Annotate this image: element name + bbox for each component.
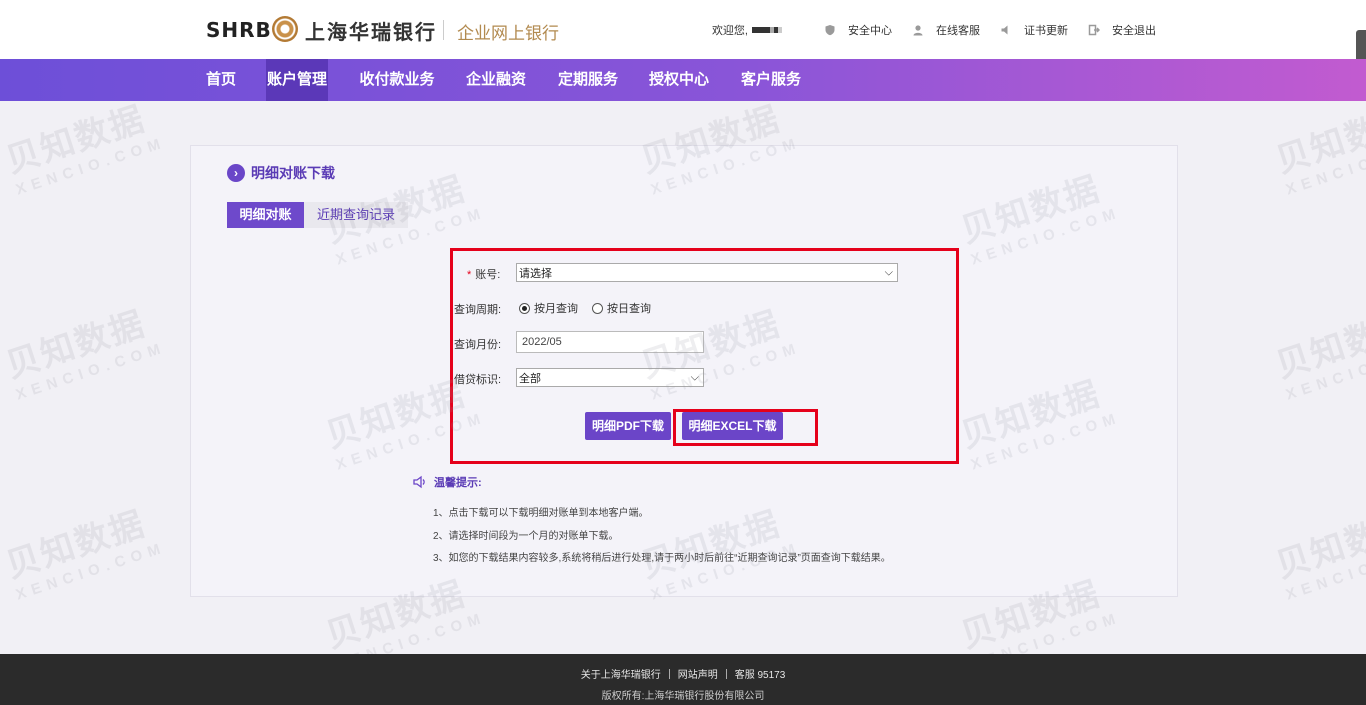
footer-copyright: 版权所有:上海华瑞银行股份有限公司 bbox=[601, 691, 765, 702]
excel-button-highlight-box bbox=[673, 409, 818, 446]
watermark: 贝知数据XENCIO.COM bbox=[1, 99, 169, 199]
online-service-link[interactable]: 在线客服 bbox=[912, 22, 980, 38]
tip-item: 2、请选择时间段为一个月的对账单下载。 bbox=[433, 531, 619, 542]
watermark: 贝知数据XENCIO.COM bbox=[1271, 99, 1366, 199]
nav-item-payments[interactable]: 收付款业务 bbox=[354, 59, 440, 101]
footer-divider bbox=[668, 668, 670, 679]
tab-statement[interactable]: 明细对账 bbox=[227, 202, 304, 228]
nav-item-authorization[interactable]: 授权中心 bbox=[644, 59, 714, 101]
footer-divider bbox=[725, 668, 727, 679]
logout-icon bbox=[1088, 24, 1100, 36]
watermark: 贝知数据XENCIO.COM bbox=[1271, 504, 1366, 604]
security-center-label: 安全中心 bbox=[848, 25, 892, 37]
cert-update-label: 证书更新 bbox=[1024, 25, 1068, 37]
footer: 关于上海华瑞银行 网站声明 客服 95173 版权所有:上海华瑞银行股份有限公司 bbox=[0, 654, 1366, 705]
logout-label: 安全退出 bbox=[1112, 25, 1156, 37]
shield-icon bbox=[825, 25, 835, 36]
footer-link-about[interactable]: 关于上海华瑞银行 bbox=[581, 666, 661, 681]
nav-item-home[interactable]: 首页 bbox=[196, 59, 246, 101]
footer-customer-service: 客服 95173 bbox=[734, 670, 786, 681]
security-center-link[interactable]: 安全中心 bbox=[824, 22, 892, 38]
top-header: SHRB 上海华瑞银行 企业网上银行 欢迎您, 安全中心 在线客服 证书更新 安… bbox=[0, 0, 1366, 59]
tips-heading: 温馨提示: bbox=[412, 474, 482, 490]
tip-item: 1、点击下载可以下载明细对账单到本地客户端。 bbox=[433, 508, 649, 519]
tab-recent-queries[interactable]: 近期查询记录 bbox=[304, 202, 408, 228]
online-service-label: 在线客服 bbox=[936, 25, 980, 37]
page-title: › 明细对账下载 bbox=[227, 163, 335, 183]
watermark: 贝知数据XENCIO.COM bbox=[1, 504, 169, 604]
brand-cn-logo: 上海华瑞银行 bbox=[305, 20, 437, 44]
cert-update-link[interactable]: 证书更新 bbox=[1000, 22, 1068, 38]
nav-item-financing[interactable]: 企业融资 bbox=[461, 59, 531, 101]
chevron-right-icon: › bbox=[227, 164, 245, 182]
speaker-icon bbox=[1001, 25, 1008, 35]
bank-emblem-icon bbox=[272, 16, 298, 42]
welcome-text: 欢迎您, bbox=[712, 22, 782, 38]
watermark: 贝知数据XENCIO.COM bbox=[1271, 304, 1366, 404]
footer-links: 关于上海华瑞银行 网站声明 客服 95173 bbox=[0, 666, 1366, 681]
page-title-text: 明细对账下载 bbox=[251, 165, 335, 181]
logout-link[interactable]: 安全退出 bbox=[1088, 22, 1156, 38]
logo-divider bbox=[443, 20, 444, 40]
portal-name: 企业网上银行 bbox=[457, 24, 559, 43]
footer-link-statement[interactable]: 网站声明 bbox=[678, 666, 718, 681]
nav-item-customer-service[interactable]: 客户服务 bbox=[736, 59, 806, 101]
nav-item-deposit-service[interactable]: 定期服务 bbox=[553, 59, 623, 101]
speaker-icon bbox=[413, 475, 425, 489]
tips-heading-text: 温馨提示: bbox=[434, 477, 482, 489]
brand-latin-logo: SHRB bbox=[206, 18, 272, 42]
nav-item-account-management[interactable]: 账户管理 bbox=[266, 59, 328, 101]
tip-item: 3、如您的下载结果内容较多,系统将稍后进行处理,请于两小时后前往“近期查询记录”… bbox=[433, 553, 891, 564]
user-service-icon bbox=[913, 25, 923, 36]
top-links: 欢迎您, 安全中心 在线客服 证书更新 安全退出 bbox=[712, 22, 1156, 38]
masked-username bbox=[752, 27, 782, 33]
tab-bar: 明细对账 近期查询记录 bbox=[227, 202, 408, 228]
main-nav: 首页 账户管理 收付款业务 企业融资 定期服务 授权中心 客户服务 bbox=[0, 59, 1366, 101]
watermark: 贝知数据XENCIO.COM bbox=[1, 304, 169, 404]
